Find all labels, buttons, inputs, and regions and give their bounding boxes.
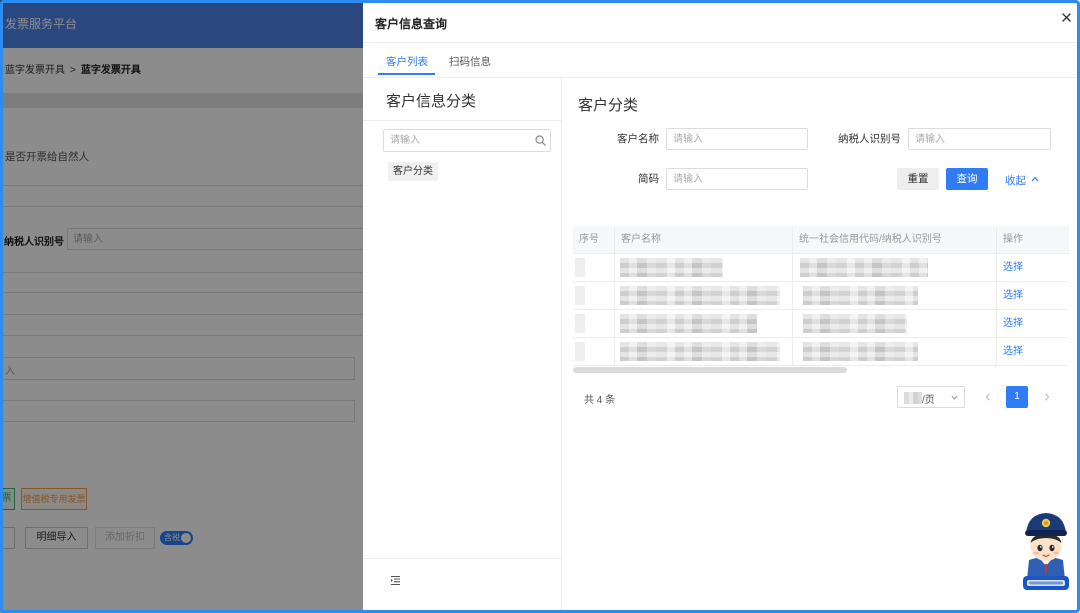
redacted-value [575,286,585,305]
customer-table: 序号 客户名称 统一社会信用代码/纳税人识别号 操作 选择 选择 选择 选择 [573,226,1069,366]
cell-customer-name [615,254,793,281]
divider [363,42,1080,43]
column-divider [561,77,562,613]
modal-mask[interactable] [0,0,363,613]
redacted-value [800,258,928,277]
reset-button[interactable]: 重置 [897,168,939,190]
main-panel-title: 客户分类 [578,97,639,114]
select-customer-link[interactable]: 选择 [1003,262,1023,273]
chevron-down-icon [951,395,958,400]
redacted-value [620,258,723,277]
customer-name-label: 客户名称 [617,133,659,145]
cell-customer-name [615,338,793,365]
customer-name-input[interactable] [666,128,808,150]
query-button[interactable]: 查询 [946,168,988,190]
column-header-customer-name: 客户名称 [615,226,793,253]
cell-index [573,338,615,365]
chevron-left-icon[interactable] [985,393,991,401]
cell-index [573,282,615,309]
short-code-input[interactable] [666,168,808,190]
menu-fold-icon[interactable] [390,575,401,586]
column-header-actions: 操作 [1003,234,1023,245]
redacted-value [575,342,585,361]
column-header-index: 序号 [573,226,615,253]
redacted-value [620,314,757,333]
redacted-value [620,286,780,305]
cell-credit-code [793,338,997,365]
drawer-title: 客户信息查询 [375,17,448,31]
active-tab-indicator [378,73,435,75]
cell-credit-code [793,310,997,337]
page-size-suffix: /页 [922,395,935,406]
close-icon[interactable] [1062,13,1071,22]
taxpayer-id-label: 纳税人识别号 [838,133,901,145]
cell-credit-code [793,282,997,309]
cell-action: 选择 [997,310,1069,337]
cell-customer-name [615,310,793,337]
table-header-row: 序号 客户名称 统一社会信用代码/纳税人识别号 操作 [573,226,1069,254]
tab-scan-info[interactable]: 扫码信息 [449,54,491,69]
redacted-value [575,314,585,333]
category-panel-title: 客户信息分类 [386,93,477,110]
table-horizontal-scrollbar[interactable] [573,367,847,373]
category-search-input[interactable] [384,130,529,151]
cell-credit-code [793,254,997,281]
redacted-value [803,314,907,333]
cell-index [573,310,615,337]
table-row: 选择 [573,338,1069,366]
cell-index [573,254,615,281]
table-row: 选择 [573,282,1069,310]
table-row: 选择 [573,310,1069,338]
cell-action: 选择 [997,254,1069,281]
redacted-value [803,342,918,361]
short-code-label: 简码 [638,173,659,185]
column-header-credit-code: 统一社会信用代码/纳税人识别号 [793,226,997,253]
chevron-up-icon[interactable] [1031,176,1039,182]
tax-officer-mascot-icon[interactable] [1020,510,1072,592]
category-search-box [383,129,551,152]
redacted-value [575,258,585,277]
background-invoice-page: 发票服务平台 蓝字发票开具>蓝字发票开具 是否开票给自然人 纳税人识别号 入 票… [0,0,363,613]
redacted-value [904,392,922,404]
divider [363,77,1080,78]
divider [363,120,561,121]
select-customer-link[interactable]: 选择 [1003,346,1023,357]
select-customer-link[interactable]: 选择 [1003,290,1023,301]
collapse-filters-link[interactable]: 收起 [1005,173,1026,188]
cell-action: 选择 [997,338,1069,365]
page-size-select[interactable]: /页 [897,386,965,408]
pagination-page-current[interactable]: 1 [1006,386,1028,408]
search-icon[interactable] [535,135,546,146]
pagination-total: 共 4 条 [584,395,616,406]
cell-action: 选择 [997,282,1069,309]
redacted-value [620,342,780,361]
cell-customer-name [615,282,793,309]
taxpayer-id-input[interactable] [908,128,1051,150]
select-customer-link[interactable]: 选择 [1003,318,1023,329]
screen: 发票服务平台 蓝字发票开具>蓝字发票开具 是否开票给自然人 纳税人识别号 入 票… [0,0,1080,613]
redacted-value [803,286,918,305]
table-row: 选择 [573,254,1069,282]
category-tree-item[interactable]: 客户分类 [388,162,438,181]
customer-query-drawer: 客户信息查询 客户列表 扫码信息 客户信息分类 客户分类 客户分类 客户名称 [363,0,1080,613]
divider [363,558,561,559]
tab-customer-list[interactable]: 客户列表 [386,54,428,69]
chevron-right-icon[interactable] [1044,393,1050,401]
